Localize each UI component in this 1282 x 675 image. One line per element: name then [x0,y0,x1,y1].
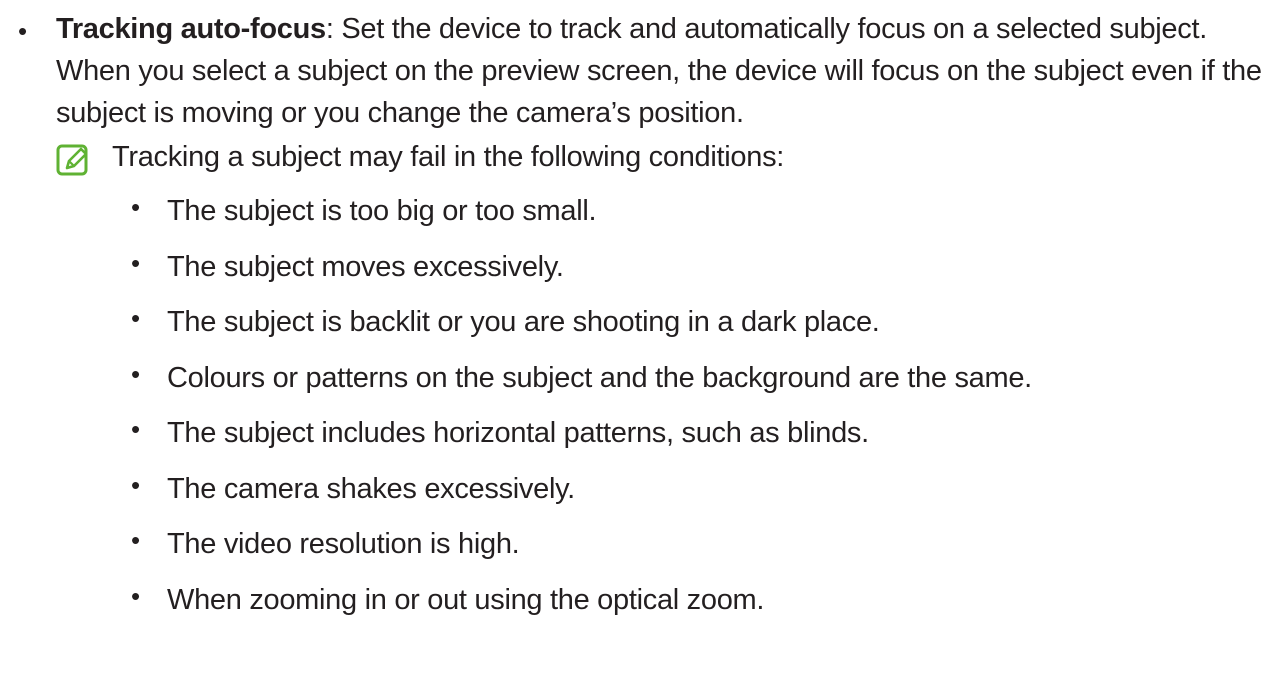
sub-bullet: • [131,469,141,500]
list-item: • The subject includes horizontal patter… [0,412,1282,468]
list-item-text: The subject is too big or too small. [167,195,597,227]
list-item: • The video resolution is high. [0,523,1282,579]
list-item-text: The camera shakes excessively. [167,472,575,505]
sub-bullet: • [131,247,141,278]
list-item-text: The subject includes horizontal patterns… [167,417,869,449]
list-item-text: The subject moves excessively. [167,250,564,283]
condition-list: • The subject is too big or too small. •… [0,190,1282,634]
sub-bullet: • [131,192,141,222]
sub-bullet: • [131,580,141,611]
list-item: • When zooming in or out using the optic… [0,579,1282,635]
sub-bullet: • [131,303,141,333]
sub-bullet: • [131,358,141,389]
list-item-text: The video resolution is high. [167,528,520,560]
list-item: • The subject is backlit or you are shoo… [0,301,1282,357]
main-item-text: Tracking auto-focus: Set the device to t… [56,8,1271,134]
list-item-text: Colours or patterns on the subject and t… [167,361,1032,394]
list-item: • The camera shakes excessively. [0,468,1282,524]
term-heading: Tracking auto-focus [56,13,326,45]
main-bullet: • [18,16,28,46]
sub-bullet: • [131,414,141,444]
list-item-text: The subject is backlit or you are shooti… [167,306,880,338]
list-item: • The subject moves excessively. [0,246,1282,302]
manual-page: • Tracking auto-focus: Set the device to… [0,0,1282,675]
list-item-text: When zooming in or out using the optical… [167,583,765,616]
list-item: • The subject is too big or too small. [0,190,1282,246]
list-item: • Colours or patterns on the subject and… [0,357,1282,413]
note-intro-text: Tracking a subject may fail in the follo… [112,141,785,173]
sub-bullet: • [131,525,141,555]
note-pencil-icon [56,144,88,176]
